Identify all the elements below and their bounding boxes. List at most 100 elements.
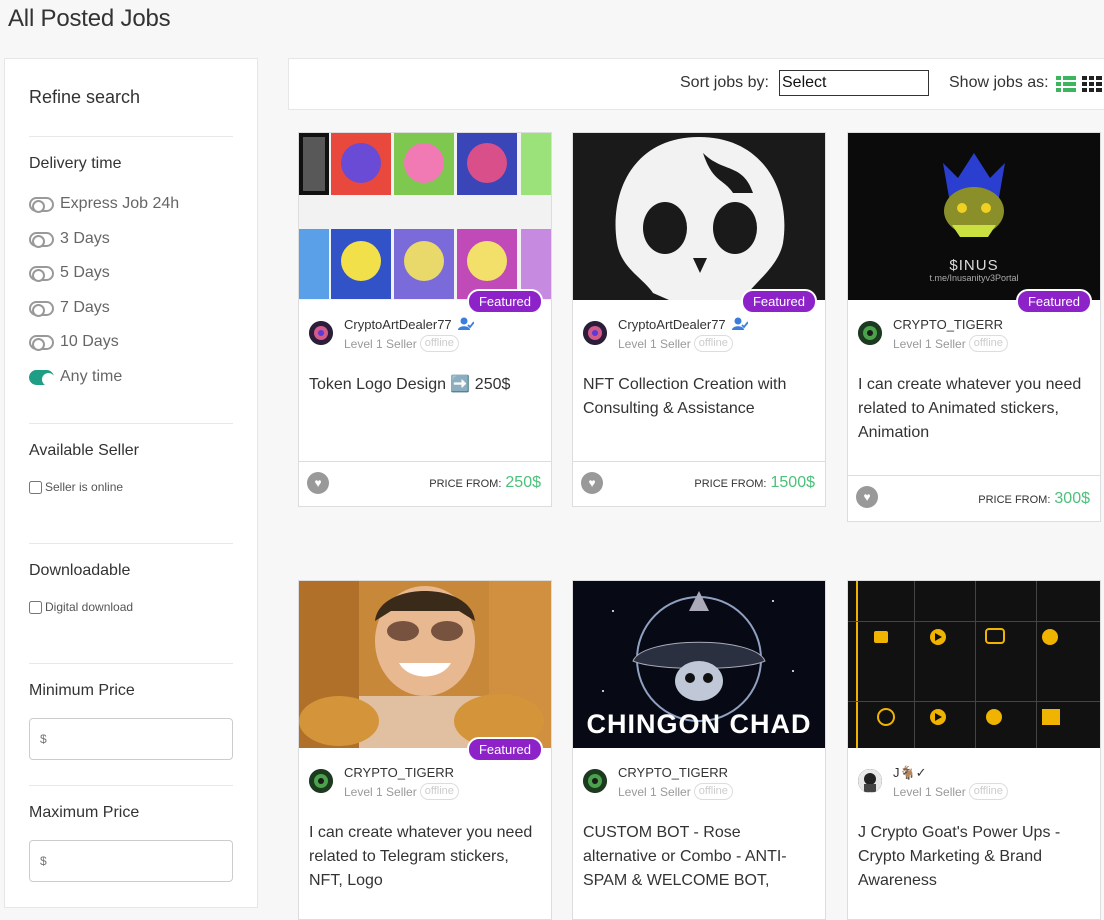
job-thumbnail-image[interactable]: [299, 133, 551, 300]
price-value: 1500$: [770, 474, 816, 491]
seller-online-checkbox[interactable]: [29, 480, 42, 494]
job-title[interactable]: Token Logo Design ➡️ 250$: [309, 373, 541, 397]
job-title[interactable]: NFT Collection Creation with Consulting …: [583, 373, 815, 421]
job-title[interactable]: I can create whatever you need related t…: [858, 373, 1090, 445]
downloadable-heading: Downloadable: [29, 562, 131, 579]
refine-search-heading: Refine search: [29, 87, 141, 107]
seller-level-text: Level 1 Seller: [893, 784, 966, 799]
toggle-icon[interactable]: [29, 334, 54, 351]
heart-icon[interactable]: ♥: [307, 472, 329, 494]
status-badge: offline: [968, 335, 1008, 352]
seller-level: Level 1 Seller offline: [344, 783, 459, 800]
thumbnail-subcaption: t.me/Inusanityv3Portal: [929, 273, 1019, 283]
price-value: 300$: [1054, 490, 1090, 507]
avatar[interactable]: [858, 321, 882, 345]
delivery-option-5-days[interactable]: 5 Days: [29, 264, 110, 282]
featured-badge: Featured: [466, 737, 543, 762]
seller-online-label: Seller is online: [45, 480, 124, 494]
delivery-option-label: Express Job 24h: [60, 195, 180, 212]
toggle-icon[interactable]: [29, 196, 54, 213]
delivery-time-heading: Delivery time: [29, 155, 122, 172]
seller-level-text: Level 1 Seller: [618, 784, 691, 799]
divider: [29, 543, 233, 544]
delivery-option-express[interactable]: Express Job 24h: [29, 195, 179, 213]
heart-icon[interactable]: ♥: [856, 486, 878, 508]
seller-online-filter[interactable]: Seller is online: [29, 480, 123, 494]
toggle-icon[interactable]: [29, 231, 54, 248]
status-badge: offline: [419, 335, 459, 352]
job-card[interactable]: $INUS t.me/Inusanityv3Portal Featured CR…: [847, 132, 1101, 522]
digital-download-label: Digital download: [45, 600, 134, 614]
delivery-option-10-days[interactable]: 10 Days: [29, 333, 119, 351]
delivery-option-any-time[interactable]: Any time: [29, 368, 122, 386]
job-title[interactable]: J Crypto Goat's Power Ups - Crypto Marke…: [858, 821, 1090, 893]
price-from-label: PRICE FROM:: [429, 478, 502, 490]
thumbnail-caption: $INUS: [949, 257, 999, 274]
seller-name[interactable]: CryptoArtDealer77: [344, 317, 475, 332]
grid-view-icon[interactable]: [1082, 76, 1102, 92]
maximum-price-input[interactable]: [29, 840, 233, 882]
avatar[interactable]: [309, 321, 333, 345]
delivery-option-label: 3 Days: [60, 230, 110, 247]
job-card[interactable]: Featured CRYPTO_TIGERR Level 1 Seller of…: [298, 580, 552, 920]
delivery-option-label: Any time: [60, 368, 123, 385]
job-title[interactable]: CUSTOM BOT - Rose alternative or Combo -…: [583, 821, 815, 893]
seller-name[interactable]: CRYPTO_TIGERR: [618, 765, 728, 780]
seller-name-text[interactable]: CryptoArtDealer77: [618, 317, 726, 332]
sort-select[interactable]: Select: [779, 70, 929, 96]
avatar[interactable]: [583, 769, 607, 793]
price-value: 250$: [505, 474, 541, 491]
price-from-label: PRICE FROM:: [978, 494, 1051, 506]
job-card[interactable]: CHINGON CHAD CRYPTO_TIGERR Level 1 Selle…: [572, 580, 826, 920]
card-footer: ♥ PRICE FROM: 1500$: [573, 461, 825, 507]
divider: [29, 136, 233, 137]
maximum-price-heading: Maximum Price: [29, 804, 140, 821]
job-card[interactable]: J🐐✓ Level 1 Seller offline J Crypto Goat…: [847, 580, 1101, 920]
price: PRICE FROM: 1500$: [694, 474, 815, 492]
divider: [29, 785, 233, 786]
minimum-price-input[interactable]: [29, 718, 233, 760]
delivery-option-label: 7 Days: [60, 299, 110, 316]
list-view-icon[interactable]: [1056, 76, 1076, 92]
delivery-option-7-days[interactable]: 7 Days: [29, 299, 110, 317]
verified-user-icon: [458, 317, 475, 330]
featured-badge: Featured: [466, 289, 543, 314]
seller-name-text[interactable]: CryptoArtDealer77: [344, 317, 452, 332]
avatar[interactable]: [583, 321, 607, 345]
toggle-icon[interactable]: [29, 265, 54, 282]
digital-download-filter[interactable]: Digital download: [29, 600, 133, 614]
minimum-price-heading: Minimum Price: [29, 682, 135, 699]
featured-badge: Featured: [1015, 289, 1092, 314]
job-title[interactable]: I can create whatever you need related t…: [309, 821, 541, 893]
toggle-icon[interactable]: [29, 300, 54, 317]
avatar[interactable]: [858, 769, 882, 793]
job-card[interactable]: Featured CryptoArtDealer77 Level 1 Selle…: [298, 132, 552, 507]
sort-label: Sort jobs by:: [680, 74, 769, 91]
status-badge: offline: [419, 783, 459, 800]
delivery-option-3-days[interactable]: 3 Days: [29, 230, 110, 248]
status-badge: offline: [693, 335, 733, 352]
job-thumbnail-image[interactable]: [299, 581, 551, 748]
seller-level-text: Level 1 Seller: [344, 784, 417, 799]
seller-name[interactable]: CRYPTO_TIGERR: [893, 317, 1003, 332]
seller-level-text: Level 1 Seller: [344, 336, 417, 351]
job-thumbnail-image[interactable]: [848, 581, 1100, 748]
job-card[interactable]: Featured CryptoArtDealer77 Level 1 Selle…: [572, 132, 826, 507]
seller-name[interactable]: J🐐✓: [893, 765, 927, 781]
seller-name[interactable]: CryptoArtDealer77: [618, 317, 749, 332]
toggle-on-icon[interactable]: [29, 369, 55, 386]
heart-icon[interactable]: ♥: [581, 472, 603, 494]
digital-download-checkbox[interactable]: [29, 600, 42, 614]
status-badge: offline: [693, 783, 733, 800]
seller-level: Level 1 Seller offline: [893, 335, 1008, 352]
price: PRICE FROM: 300$: [978, 490, 1090, 508]
seller-level: Level 1 Seller offline: [344, 335, 459, 352]
seller-name[interactable]: CRYPTO_TIGERR: [344, 765, 454, 780]
card-footer: ♥ PRICE FROM: 250$: [299, 461, 551, 507]
job-thumbnail-image[interactable]: [573, 133, 825, 300]
seller-level-text: Level 1 Seller: [893, 336, 966, 351]
avatar[interactable]: [309, 769, 333, 793]
thumbnail-caption: CHINGON CHAD: [586, 709, 812, 739]
seller-level: Level 1 Seller offline: [893, 783, 1008, 800]
sort-toolbar: Sort jobs by: Select Show jobs as:: [288, 58, 1104, 110]
